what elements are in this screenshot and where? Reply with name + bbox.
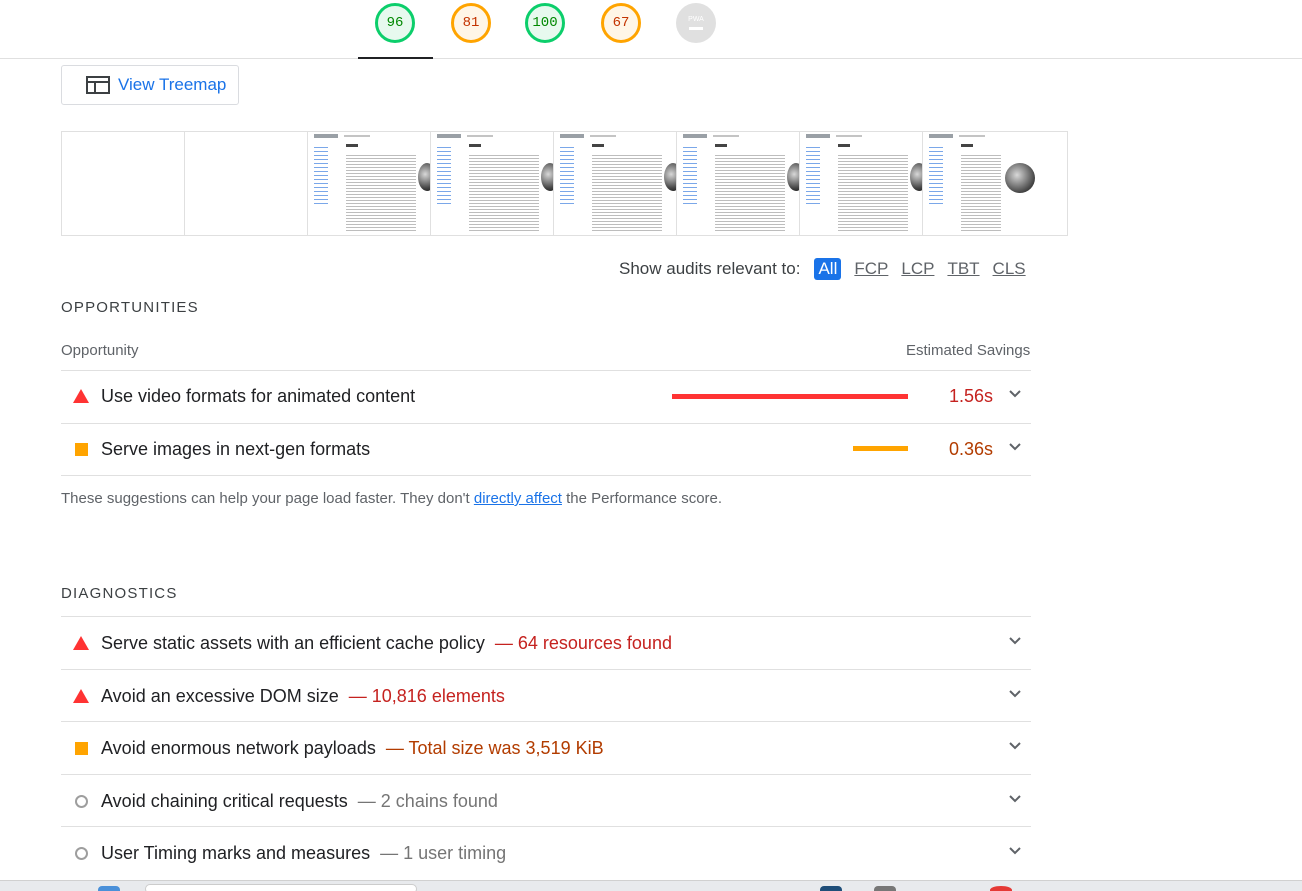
taskbar-search-box[interactable] <box>145 884 417 891</box>
opportunities-note: These suggestions can help your page loa… <box>61 490 722 507</box>
score-gauges-bar: 96 81 100 67 PWA <box>0 0 1302 59</box>
filmstrip-frame <box>554 132 677 235</box>
filmstrip-frame <box>677 132 800 235</box>
info-circle-icon <box>61 794 101 808</box>
filter-option-fcp[interactable]: FCP <box>854 259 888 279</box>
os-taskbar <box>0 880 1302 891</box>
gauge-pwa[interactable]: PWA <box>676 3 716 43</box>
opportunity-title: Use video formats for animated content <box>101 385 416 406</box>
savings-bar <box>672 394 908 399</box>
filmstrip-frame <box>62 132 185 235</box>
info-circle-icon <box>61 846 101 860</box>
filmstrip-frame <box>923 132 1046 235</box>
filter-option-lcp[interactable]: LCP <box>901 259 934 279</box>
diagnostic-row[interactable]: Serve static assets with an efficient ca… <box>61 617 1031 669</box>
filmstrip <box>61 131 1068 236</box>
filter-option-all[interactable]: All <box>814 258 842 280</box>
diagnostic-title: Avoid an excessive DOM size <box>101 685 339 706</box>
average-square-icon <box>61 741 101 755</box>
filmstrip-frame <box>800 132 923 235</box>
chevron-down-icon[interactable] <box>1009 847 1021 855</box>
view-treemap-label: View Treemap <box>118 75 227 94</box>
gauge-best-practices[interactable]: 100 <box>525 3 565 43</box>
pwa-label: PWA <box>688 16 704 23</box>
diagnostic-display-value: — 2 chains found <box>357 790 498 811</box>
taskbar-app-icon[interactable] <box>874 886 896 891</box>
filmstrip-frame <box>185 132 308 235</box>
audit-filter: Show audits relevant to: All FCP LCP TBT… <box>619 258 1039 280</box>
active-gauge-underline <box>358 57 433 59</box>
chevron-down-icon[interactable] <box>1009 690 1021 698</box>
chevron-down-icon[interactable] <box>1009 742 1021 750</box>
savings-value: 1.56s <box>948 385 993 406</box>
diagnostics-heading: DIAGNOSTICS <box>61 585 178 602</box>
note-text: These suggestions can help your page loa… <box>61 490 474 507</box>
view-treemap-button[interactable]: View Treemap <box>61 65 239 105</box>
chevron-down-icon[interactable] <box>1009 443 1021 451</box>
filmstrip-frame <box>308 132 431 235</box>
diagnostic-title: Avoid enormous network payloads <box>101 737 376 758</box>
diagnostic-title: User Timing marks and measures <box>101 842 371 863</box>
filter-option-tbt[interactable]: TBT <box>947 259 979 279</box>
diagnostic-title: Serve static assets with an efficient ca… <box>101 632 485 653</box>
filter-label: Show audits relevant to: <box>619 259 801 278</box>
diagnostic-row[interactable]: Avoid chaining critical requests — 2 cha… <box>61 775 1031 827</box>
opportunity-title: Serve images in next-gen formats <box>101 438 371 459</box>
gauge-accessibility[interactable]: 81 <box>451 3 491 43</box>
divider <box>61 475 1031 476</box>
savings-bar <box>853 446 908 451</box>
windows-start-icon[interactable] <box>98 886 120 891</box>
opportunity-column-header: Opportunity <box>61 342 139 359</box>
diagnostic-display-value: — 10,816 elements <box>348 685 505 706</box>
savings-value: 0.36s <box>948 438 993 459</box>
chrome-icon[interactable] <box>990 886 1012 891</box>
treemap-icon <box>86 76 110 94</box>
diagnostic-row[interactable]: Avoid an excessive DOM size — 10,816 ele… <box>61 670 1031 722</box>
diagnostic-row[interactable]: User Timing marks and measures — 1 user … <box>61 827 1031 879</box>
fail-triangle-icon <box>61 636 101 650</box>
directly-affect-link[interactable]: directly affect <box>474 490 562 507</box>
average-square-icon <box>61 442 101 456</box>
chevron-down-icon[interactable] <box>1009 637 1021 645</box>
opportunity-row[interactable]: Use video formats for animated content 1… <box>61 370 1031 422</box>
taskbar-app-icon[interactable] <box>820 886 842 891</box>
pwa-dash-icon <box>689 27 703 30</box>
gauge-seo[interactable]: 67 <box>601 3 641 43</box>
filter-option-cls[interactable]: CLS <box>993 259 1026 279</box>
opportunity-row[interactable]: Serve images in next-gen formats 0.36s <box>61 423 1031 475</box>
fail-triangle-icon <box>61 389 101 403</box>
diagnostic-display-value: — 1 user timing <box>380 842 507 863</box>
opportunities-heading: OPPORTUNITIES <box>61 299 199 316</box>
gauge-performance[interactable]: 96 <box>375 3 415 43</box>
diagnostic-display-value: — Total size was 3,519 KiB <box>385 737 604 758</box>
diagnostic-display-value: — 64 resources found <box>494 632 672 653</box>
filmstrip-frame <box>431 132 554 235</box>
chevron-down-icon[interactable] <box>1009 390 1021 398</box>
diagnostic-title: Avoid chaining critical requests <box>101 790 348 811</box>
estimated-savings-column-header: Estimated Savings <box>906 342 1031 359</box>
diagnostic-row[interactable]: Avoid enormous network payloads — Total … <box>61 722 1031 774</box>
chevron-down-icon[interactable] <box>1009 795 1021 803</box>
fail-triangle-icon <box>61 689 101 703</box>
note-text: the Performance score. <box>561 490 723 507</box>
